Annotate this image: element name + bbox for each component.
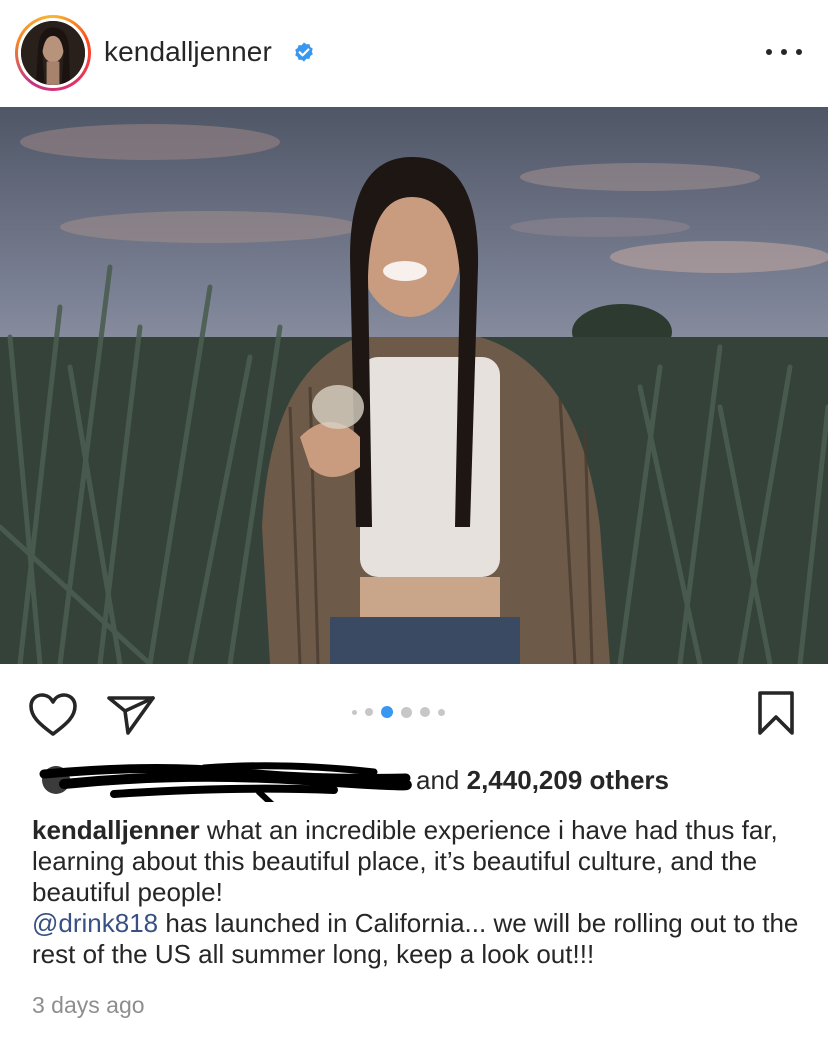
avatar-image xyxy=(21,21,85,85)
caption-username[interactable]: kendalljenner xyxy=(32,815,200,845)
likes-count[interactable]: and 2,440,209 others xyxy=(416,765,669,796)
caption-paragraph: kendalljenner what an incredible experie… xyxy=(32,815,812,908)
post-photo xyxy=(0,107,828,664)
carousel-dot xyxy=(365,708,373,716)
more-options-button[interactable] xyxy=(766,40,802,64)
post-header: kendalljenner xyxy=(0,0,828,106)
verified-badge-icon xyxy=(295,42,313,62)
post-image[interactable] xyxy=(0,107,828,664)
avatar[interactable] xyxy=(21,21,85,85)
post-timestamp: 3 days ago xyxy=(32,992,145,1018)
heart-icon xyxy=(29,693,77,736)
username[interactable]: kendalljenner xyxy=(104,36,272,68)
carousel-dot xyxy=(420,707,430,717)
carousel-dot xyxy=(401,706,412,718)
carousel-indicator xyxy=(352,706,445,718)
paper-plane-icon xyxy=(107,696,155,735)
story-ring[interactable] xyxy=(15,15,91,91)
carousel-dot xyxy=(438,708,445,716)
caption-paragraph: @drink818 has launched in California... … xyxy=(32,908,812,970)
save-button[interactable] xyxy=(756,690,796,736)
share-button[interactable] xyxy=(106,694,156,736)
like-button[interactable] xyxy=(28,692,78,738)
redaction-scribble xyxy=(39,762,412,802)
more-horizontal-icon xyxy=(766,49,772,55)
post-actions xyxy=(0,664,828,760)
mention-link[interactable]: @drink818 xyxy=(32,908,158,938)
caption: kendalljenner what an incredible experie… xyxy=(32,815,812,970)
likes-row: and 2,440,209 others xyxy=(22,762,812,806)
carousel-dot xyxy=(352,709,357,715)
carousel-dot-active xyxy=(381,706,393,718)
bookmark-icon xyxy=(758,691,794,735)
